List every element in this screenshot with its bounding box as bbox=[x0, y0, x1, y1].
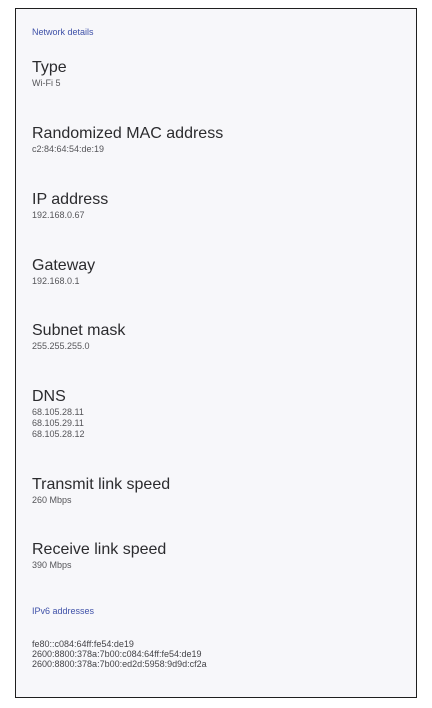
detail-ip-address: IP address 192.168.0.67 bbox=[32, 191, 406, 221]
network-details-screen: Network details Type Wi-Fi 5 Randomized … bbox=[15, 8, 417, 698]
ipv6-addresses-header: IPv6 addresses bbox=[32, 606, 95, 616]
detail-value: 390 Mbps bbox=[32, 560, 72, 570]
detail-value: Wi-Fi 5 bbox=[32, 78, 61, 88]
ipv6-address: 2600:8800:378a:7b00:c084:64ff:fe54:de19 bbox=[32, 649, 202, 659]
ipv6-address-list: fe80::c084:64ff:fe54:de19 2600:8800:378a… bbox=[32, 639, 207, 669]
detail-value: 255.255.255.0 bbox=[32, 341, 90, 351]
detail-value: 68.105.29.11 bbox=[32, 418, 84, 428]
ipv6-address: fe80::c084:64ff:fe54:de19 bbox=[32, 639, 134, 649]
detail-value: 192.168.0.67 bbox=[32, 210, 85, 220]
detail-transmit-speed: Transmit link speed 260 Mbps bbox=[32, 476, 406, 506]
detail-title: IP address bbox=[32, 191, 109, 208]
detail-title: Receive link speed bbox=[32, 541, 167, 558]
detail-value: 68.105.28.12 bbox=[32, 429, 85, 439]
detail-subnet-mask: Subnet mask 255.255.255.0 bbox=[32, 322, 406, 352]
network-details-header: Network details bbox=[32, 27, 94, 37]
detail-value: 260 Mbps bbox=[32, 495, 72, 505]
ipv6-address: 2600:8800:378a:7b00:ed2d:5958:9d9d:cf2a bbox=[32, 659, 207, 669]
detail-title: Type bbox=[32, 59, 67, 76]
detail-title: Subnet mask bbox=[32, 322, 126, 339]
detail-dns: DNS 68.105.28.11 68.105.29.11 68.105.28.… bbox=[32, 388, 406, 440]
detail-value: 68.105.28.11 bbox=[32, 407, 84, 417]
detail-mac-address: Randomized MAC address c2:84:64:54:de:19 bbox=[32, 125, 406, 155]
detail-title: Gateway bbox=[32, 257, 96, 274]
detail-type: Type Wi-Fi 5 bbox=[32, 59, 406, 89]
detail-receive-speed: Receive link speed 390 Mbps bbox=[32, 541, 406, 571]
detail-title: Randomized MAC address bbox=[32, 125, 224, 142]
detail-value: c2:84:64:54:de:19 bbox=[32, 144, 105, 154]
detail-gateway: Gateway 192.168.0.1 bbox=[32, 257, 406, 287]
detail-title: DNS bbox=[32, 388, 66, 405]
detail-value: 192.168.0.1 bbox=[32, 276, 80, 286]
detail-title: Transmit link speed bbox=[32, 476, 171, 493]
